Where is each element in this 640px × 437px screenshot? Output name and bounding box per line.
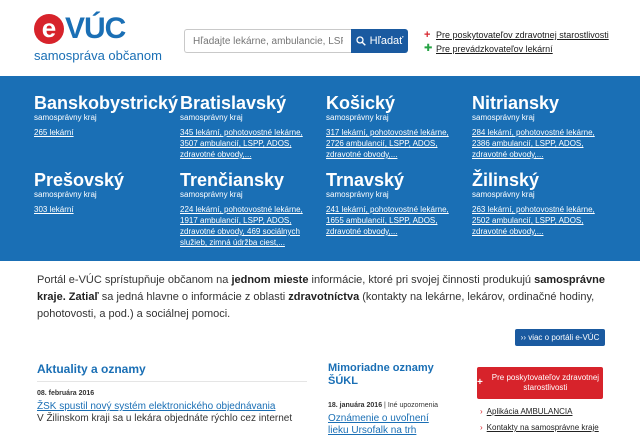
region-link[interactable]: 3507 ambulancií, LSPP, ADOS,: [180, 139, 291, 148]
region-subtitle: samosprávny kraj: [472, 113, 535, 122]
more-about-portal-button[interactable]: ›› viac o portáli e-VÚC: [515, 329, 605, 346]
region-link[interactable]: 303 lekární: [34, 205, 74, 214]
site-header: e VÚC samospráva občanom Hľadať + Pre po…: [0, 0, 640, 76]
provider-link-health[interactable]: Pre poskytovateľov zdravotnej starostliv…: [436, 28, 609, 42]
region-trenciansky: Trenčiansky samosprávny kraj 224 lekární…: [180, 170, 320, 248]
divider: [37, 381, 307, 382]
region-subtitle: samosprávny kraj: [326, 113, 389, 122]
provider-link-pharmacy-row: ✚ Pre prevádzkovateľov lekární: [424, 42, 609, 56]
news-article-link[interactable]: ŽSK spustil nový systém elektronického o…: [37, 401, 275, 412]
logo-e-mark: e: [34, 14, 64, 44]
sukl-category: Iné upozornenia: [387, 402, 439, 409]
region-link[interactable]: 345 lekární, pohotovostné lekárne,: [180, 128, 303, 137]
provider-links: + Pre poskytovateľov zdravotnej starostl…: [424, 28, 609, 56]
region-link[interactable]: 284 lekární, pohotovostné lekárne,: [472, 128, 595, 137]
region-name[interactable]: Banskobystrický: [34, 93, 178, 113]
region-bratislavsky: Bratislavský samosprávny kraj 345 lekárn…: [180, 93, 320, 160]
region-presovsky: Prešovský samosprávny kraj 303 lekární: [34, 170, 174, 215]
region-link[interactable]: zdravotné obvody,...: [326, 150, 397, 159]
intro-text: Portál e-VÚC sprístupňuje občanom na jed…: [37, 272, 607, 323]
region-link[interactable]: 265 lekární: [34, 128, 74, 137]
search-button[interactable]: Hľadať: [351, 29, 408, 53]
region-link[interactable]: služieb, zimná údržba ciest,...: [180, 238, 285, 247]
region-link[interactable]: 2502 ambulancií, LSPP, ADOS,: [472, 216, 583, 225]
intro-part: informácie, ktoré pri svojej činnosti pr…: [308, 274, 535, 286]
region-subtitle: samosprávny kraj: [34, 190, 97, 199]
provider-cta-button[interactable]: + Pre poskytovateľov zdravotnej starostl…: [477, 367, 603, 399]
search-icon: [356, 36, 366, 46]
region-name[interactable]: Nitriansky: [472, 93, 612, 113]
region-link[interactable]: 1917 ambulancií, LSPP, ADOS,: [180, 216, 291, 225]
region-link[interactable]: 263 lekární, pohotovostné lekárne,: [472, 205, 595, 214]
chevron-right-icon: ›: [480, 407, 483, 416]
intro-bold: zdravotníctva: [288, 291, 360, 303]
news-section-title: Aktuality a oznamy: [37, 362, 146, 376]
region-link[interactable]: zdravotné obvody,...: [472, 150, 543, 159]
plus-icon: +: [477, 377, 483, 388]
region-link[interactable]: 317 lekární, pohotovostné lekárne,: [326, 128, 449, 137]
region-subtitle: samosprávny kraj: [34, 113, 97, 122]
logo-subtitle: samospráva občanom: [34, 48, 162, 63]
pharmacy-icon: ✚: [424, 43, 433, 54]
region-subtitle: samosprávny kraj: [180, 190, 243, 199]
region-link[interactable]: zdravotné obvody,...: [472, 227, 543, 236]
chevron-right-icon: ›: [480, 423, 483, 432]
sidebar-link-ambulancia[interactable]: › Aplikácia AMBULANCIA: [480, 404, 599, 420]
provider-link-health-row: + Pre poskytovateľov zdravotnej starostl…: [424, 28, 609, 42]
region-link[interactable]: 1655 ambulancií, LSPP, ADOS,: [326, 216, 437, 225]
intro-part: sa jedná hlavne o informácie z oblasti: [98, 291, 289, 303]
logo-text: VÚC: [65, 12, 126, 45]
search-bar: Hľadať: [184, 29, 408, 53]
region-name[interactable]: Žilinský: [472, 170, 612, 190]
sukl-meta: 18. januára 2016 | Iné upozornenia: [328, 402, 438, 409]
region-subtitle: samosprávny kraj: [326, 190, 389, 199]
region-subtitle: samosprávny kraj: [472, 190, 535, 199]
region-link[interactable]: 2386 ambulancií, LSPP, ADOS,: [472, 139, 583, 148]
region-name[interactable]: Bratislavský: [180, 93, 320, 113]
sukl-article-link[interactable]: Oznámenie o uvoľnení lieku Ursofalk na t…: [328, 413, 438, 437]
region-name[interactable]: Trenčiansky: [180, 170, 320, 190]
logo[interactable]: e VÚC samospráva občanom: [34, 12, 164, 63]
search-button-label: Hľadať: [369, 35, 404, 47]
region-zilinsky: Žilinský samosprávny kraj 263 lekární, p…: [472, 170, 612, 237]
region-link[interactable]: 224 lekární, pohotovostné lekárne,: [180, 205, 303, 214]
region-subtitle: samosprávny kraj: [180, 113, 243, 122]
search-input[interactable]: [184, 29, 351, 53]
news-article-summary: V Žilinskom kraji sa u lekára objednáte …: [37, 413, 293, 424]
region-link[interactable]: zdravotné obvody, 469 sociálnych: [180, 227, 300, 236]
sidebar-link-contacts[interactable]: › Kontakty na samosprávne kraje: [480, 420, 599, 436]
sidebar-link-label[interactable]: Kontakty na samosprávne kraje: [487, 423, 599, 432]
sukl-date: 18. januára 2016: [328, 402, 383, 409]
region-name[interactable]: Košický: [326, 93, 466, 113]
regions-panel: Banskobystrický samosprávny kraj 265 lek…: [0, 76, 640, 261]
intro-bold: jednom mieste: [231, 274, 309, 286]
region-link[interactable]: zdravotné obvody,...: [180, 150, 251, 159]
logo-mark: e VÚC: [34, 12, 126, 45]
sidebar-links: › Aplikácia AMBULANCIA › Kontakty na samos…: [480, 404, 599, 436]
region-link[interactable]: 2726 ambulancií, LSPP, ADOS,: [326, 139, 437, 148]
sukl-section-title: Mimoriadne oznamy ŠÚKL: [328, 362, 434, 387]
region-name[interactable]: Prešovský: [34, 170, 174, 190]
sidebar-link-label[interactable]: Aplikácia AMBULANCIA: [487, 407, 573, 416]
region-link[interactable]: zdravotné obvody,...: [326, 227, 397, 236]
provider-link-pharmacy[interactable]: Pre prevádzkovateľov lekární: [436, 42, 553, 56]
region-nitriansky: Nitriansky samosprávny kraj 284 lekární,…: [472, 93, 612, 160]
region-link[interactable]: 241 lekární, pohotovostné lekárne,: [326, 205, 449, 214]
region-kosicky: Košický samosprávny kraj 317 lekární, po…: [326, 93, 466, 160]
region-banskobystricky: Banskobystrický samosprávny kraj 265 lek…: [34, 93, 178, 138]
intro-part: Portál e-VÚC sprístupňuje občanom na: [37, 274, 232, 286]
news-date: 08. februára 2016: [37, 390, 95, 397]
provider-cta-label: Pre poskytovateľov zdravotnej starostliv…: [491, 373, 600, 392]
region-trnavsky: Trnavský samosprávny kraj 241 lekární, p…: [326, 170, 466, 237]
region-name[interactable]: Trnavský: [326, 170, 466, 190]
plus-icon: +: [424, 29, 431, 41]
